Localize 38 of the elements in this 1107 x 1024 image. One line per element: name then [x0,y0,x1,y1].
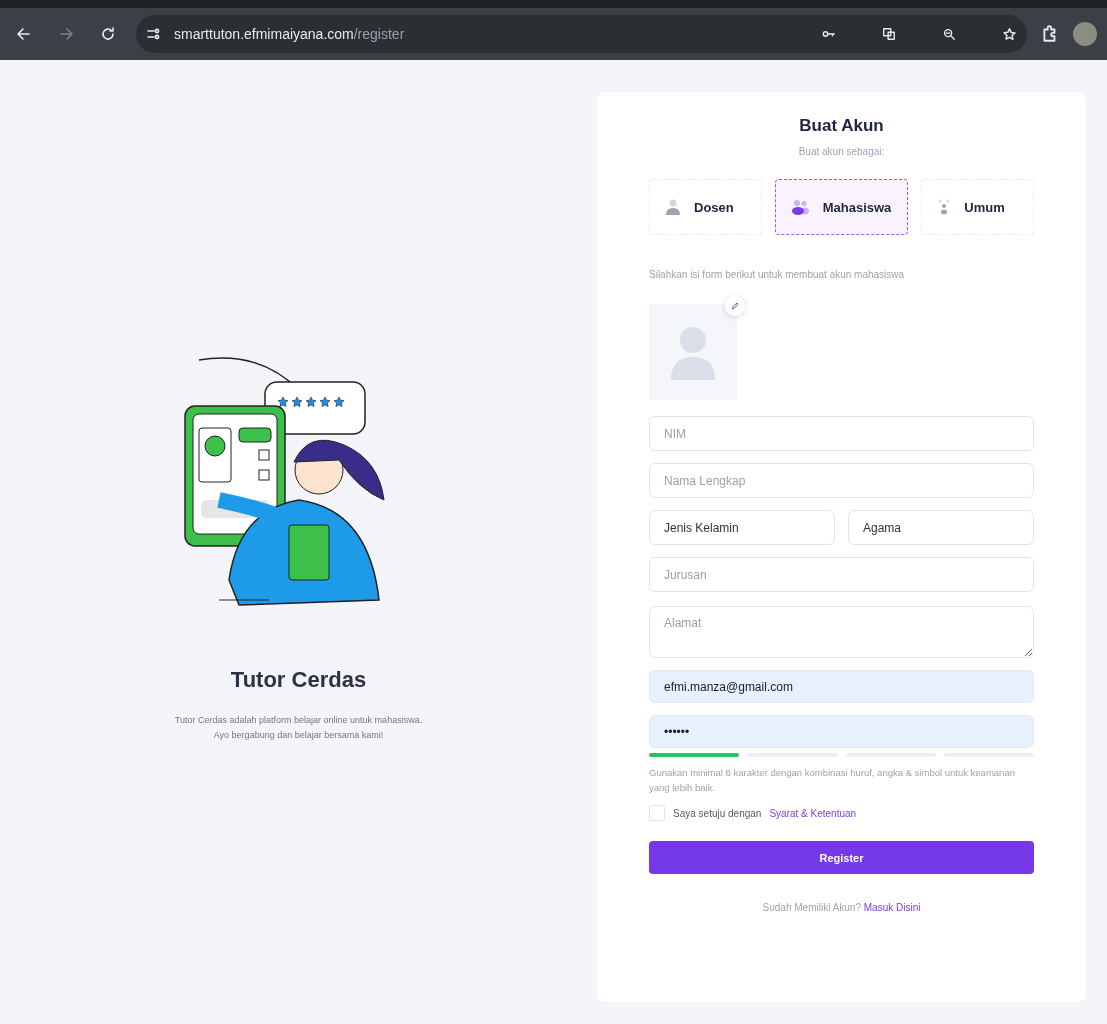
people-icon [938,199,951,215]
select-field[interactable]: Jenis Kelamin [649,510,835,545]
input-field[interactable]: efmi.manza@gmail.com [649,670,1034,703]
login-prompt: Sudah Memiliki Akun? Masuk Disini [761,902,922,913]
password-hint: Gunakan minimal 8 karakter dengan kombinasi huruf, angka & simbol untuk keamanan yang lebih baik. [649,766,1016,795]
app-title: Tutor Cerdas [230,667,367,693]
input-field[interactable]: NIM [649,416,1034,451]
person-icon [666,199,680,215]
terms-label: Saya setuju dengan [673,807,762,819]
role-option[interactable]: Dosen [649,179,762,235]
reload-icon [100,26,116,42]
zoom-icon [942,27,956,41]
pencil-icon [730,301,740,311]
app-description: Tutor Cerdas adalah platform belajar online untuk mahasiswa. Ayo bergabung dan belajar bersama kami! [174,714,423,742]
site-settings-icon [146,26,162,42]
form-title: Buat Akun [798,116,885,136]
edit-photo-button[interactable] [725,296,745,316]
form-subtitle: Buat akun sebagai: [797,146,886,157]
url-text: smarttuton.efmimaiyana.com/register [174,26,405,42]
role-option[interactable]: Umum [921,179,1034,235]
terms-checkbox[interactable] [649,805,665,821]
people-icon [791,199,809,215]
profile-avatar[interactable] [1073,22,1097,46]
back-arrow-icon [16,26,32,42]
terms-link[interactable]: Syarat & Ketentuan [769,807,857,819]
person-silhouette-icon [671,326,715,380]
register-button[interactable]: Register [649,841,1034,874]
input-field[interactable]: Jurusan [649,557,1034,592]
select-field[interactable]: Agama [848,510,1034,545]
form-instruction: Silahkan isi form berikut untuk membuat akun mahasiswa [649,269,906,280]
star-icon [1002,26,1017,42]
input-field[interactable]: •••••• [649,715,1034,748]
forward-arrow-icon [58,26,74,42]
login-link[interactable]: Masuk Disini [863,902,921,913]
address-field[interactable]: Alamat [649,606,1034,658]
role-option[interactable]: Mahasiswa [774,179,909,235]
input-field[interactable]: Nama Lengkap [649,463,1034,498]
address-bar[interactable]: smarttuton.efmimaiyana.com/register [136,15,1027,53]
